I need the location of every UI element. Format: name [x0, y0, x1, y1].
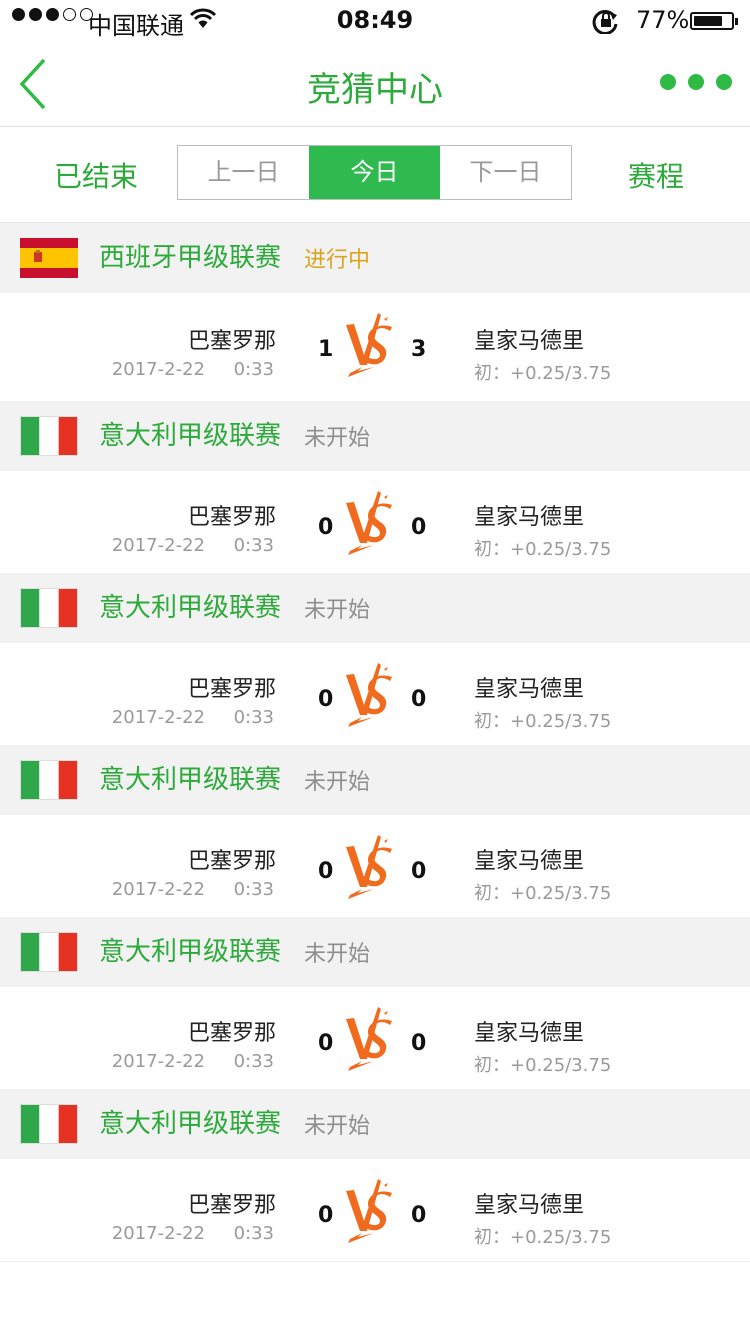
home-score: 0 [318, 515, 334, 540]
vs-icon [344, 1177, 394, 1243]
match-status: 进行中 [304, 248, 371, 273]
italy-flag-icon [20, 1104, 78, 1144]
spain-flag-icon [20, 238, 78, 278]
league-name: 西班牙甲级联赛 [99, 243, 282, 273]
match-datetime: 2017-2-22 0:33 [111, 535, 274, 556]
match-row[interactable]: 巴塞罗那 2017-2-22 0:33 1 3 皇家马德里 初：+0.25/3.… [0, 293, 750, 402]
home-team: 巴塞罗那 [187, 329, 276, 354]
more-options-icon[interactable] [660, 74, 732, 90]
nav-bar: 竞猜中心 [0, 42, 750, 127]
match-datetime: 2017-2-22 0:33 [111, 1223, 274, 1244]
tab-next-day[interactable]: 下一日 [440, 146, 571, 199]
match-odds: 初：+0.25/3.75 [474, 711, 612, 732]
away-team: 皇家马德里 [474, 849, 585, 874]
away-score: 3 [411, 337, 427, 362]
rotation-lock-icon [592, 9, 618, 34]
away-team: 皇家马德里 [474, 1021, 585, 1046]
away-score: 0 [411, 859, 427, 884]
league-header[interactable]: 西班牙甲级联赛 进行中 [0, 223, 750, 293]
vs-icon [344, 661, 394, 727]
tab-today[interactable]: 今日 [309, 146, 440, 199]
match-odds: 初：+0.25/3.75 [474, 363, 612, 384]
league-name: 意大利甲级联赛 [99, 937, 282, 967]
home-score: 0 [318, 1031, 334, 1056]
league-header[interactable]: 意大利甲级联赛 未开始 [0, 745, 750, 815]
italy-flag-icon [20, 932, 78, 972]
away-score: 0 [411, 1203, 427, 1228]
match-datetime: 2017-2-22 0:33 [111, 359, 274, 380]
match-status: 未开始 [304, 942, 371, 967]
vs-icon [344, 833, 394, 899]
match-odds: 初：+0.25/3.75 [474, 1227, 612, 1248]
home-team: 巴塞罗那 [187, 1193, 276, 1218]
match-status: 未开始 [304, 770, 371, 795]
vs-icon [344, 1005, 394, 1071]
home-team: 巴塞罗那 [187, 505, 276, 530]
away-score: 0 [411, 1031, 427, 1056]
vs-icon [344, 489, 394, 555]
away-team: 皇家马德里 [474, 505, 585, 530]
league-header[interactable]: 意大利甲级联赛 未开始 [0, 917, 750, 987]
tab-previous-day[interactable]: 上一日 [178, 146, 309, 199]
league-name: 意大利甲级联赛 [99, 421, 282, 451]
league-name: 意大利甲级联赛 [99, 593, 282, 623]
match-status: 未开始 [304, 1114, 371, 1139]
day-selector: 上一日 今日 下一日 [177, 145, 572, 200]
battery-percent: 77% [636, 6, 690, 34]
ended-link[interactable]: 已结束 [54, 155, 138, 195]
league-name: 意大利甲级联赛 [99, 1109, 282, 1139]
home-score: 0 [318, 859, 334, 884]
date-toolbar: 已结束 上一日 今日 下一日 赛程 [0, 127, 750, 223]
league-header[interactable]: 意大利甲级联赛 未开始 [0, 573, 750, 643]
match-odds: 初：+0.25/3.75 [474, 539, 612, 560]
italy-flag-icon [20, 416, 78, 456]
match-datetime: 2017-2-22 0:33 [111, 879, 274, 900]
italy-flag-icon [20, 760, 78, 800]
schedule-link[interactable]: 赛程 [628, 155, 684, 195]
match-status: 未开始 [304, 598, 371, 623]
page-title: 竞猜中心 [307, 70, 443, 110]
match-row[interactable]: 巴塞罗那 2017-2-22 0:33 0 0 皇家马德里 初：+0.25/3.… [0, 1159, 750, 1262]
match-row[interactable]: 巴塞罗那 2017-2-22 0:33 0 0 皇家马德里 初：+0.25/3.… [0, 815, 750, 918]
home-team: 巴塞罗那 [187, 1021, 276, 1046]
match-row[interactable]: 巴塞罗那 2017-2-22 0:33 0 0 皇家马德里 初：+0.25/3.… [0, 643, 750, 746]
home-score: 0 [318, 687, 334, 712]
home-team: 巴塞罗那 [187, 849, 276, 874]
away-team: 皇家马德里 [474, 1193, 585, 1218]
league-header[interactable]: 意大利甲级联赛 未开始 [0, 401, 750, 471]
away-score: 0 [411, 515, 427, 540]
home-team: 巴塞罗那 [187, 677, 276, 702]
match-row[interactable]: 巴塞罗那 2017-2-22 0:33 0 0 皇家马德里 初：+0.25/3.… [0, 987, 750, 1090]
match-datetime: 2017-2-22 0:33 [111, 1051, 274, 1072]
match-odds: 初：+0.25/3.75 [474, 883, 612, 904]
match-status: 未开始 [304, 426, 371, 451]
match-odds: 初：+0.25/3.75 [474, 1055, 612, 1076]
battery-icon [690, 12, 738, 30]
home-score: 0 [318, 1203, 334, 1228]
match-row[interactable]: 巴塞罗那 2017-2-22 0:33 0 0 皇家马德里 初：+0.25/3.… [0, 471, 750, 574]
league-name: 意大利甲级联赛 [99, 765, 282, 795]
match-datetime: 2017-2-22 0:33 [111, 707, 274, 728]
away-team: 皇家马德里 [474, 329, 585, 354]
league-header[interactable]: 意大利甲级联赛 未开始 [0, 1089, 750, 1159]
away-score: 0 [411, 687, 427, 712]
away-team: 皇家马德里 [474, 677, 585, 702]
italy-flag-icon [20, 588, 78, 628]
status-bar: 中国联通 08:49 77% [0, 0, 750, 42]
home-score: 1 [318, 337, 334, 362]
vs-icon [344, 311, 394, 377]
